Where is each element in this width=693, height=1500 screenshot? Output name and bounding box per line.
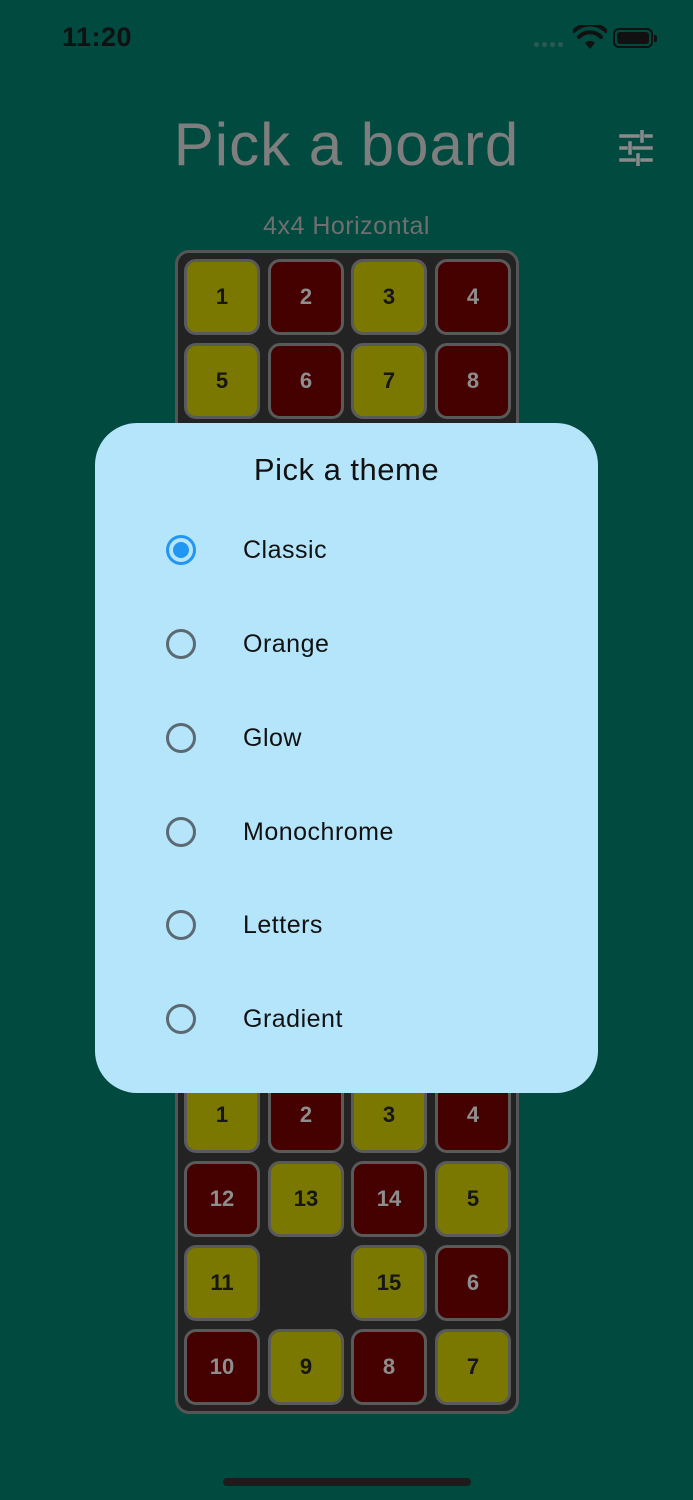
theme-option-label: Gradient	[243, 1005, 343, 1033]
status-bar: 11:20	[0, 0, 693, 80]
tile: 13	[268, 1161, 344, 1237]
tile: 1	[184, 259, 260, 335]
theme-option-gradient[interactable]: Gradient	[95, 972, 598, 1066]
tile: 3	[351, 259, 427, 335]
board-label: 4x4 Horizontal	[263, 212, 430, 240]
tile: 4	[435, 259, 511, 335]
wifi-icon	[573, 25, 607, 49]
tile: 6	[435, 1245, 511, 1321]
theme-option-letters[interactable]: Letters	[95, 878, 598, 972]
board-preview[interactable]: 1 2 3 4 5 6 7 8	[175, 250, 519, 450]
tile: 10	[184, 1329, 260, 1405]
tile: 2	[268, 259, 344, 335]
tile: 14	[351, 1161, 427, 1237]
theme-option-label: Glow	[243, 724, 302, 752]
tile: 8	[351, 1329, 427, 1405]
radio-button[interactable]	[166, 723, 196, 753]
board-preview[interactable]: 1 2 3 4 12 13 14 5 11 15 6 10 9 8 7	[175, 1060, 519, 1414]
theme-option-monochrome[interactable]: Monochrome	[95, 785, 598, 879]
tile: 12	[184, 1161, 260, 1237]
theme-dialog: Pick a theme Classic Orange Glow Monochr…	[95, 423, 598, 1093]
home-indicator[interactable]	[223, 1478, 471, 1486]
tile: 9	[268, 1329, 344, 1405]
tile: 8	[435, 343, 511, 419]
theme-option-classic[interactable]: Classic	[95, 503, 598, 597]
tile: 6	[268, 343, 344, 419]
theme-option-label: Monochrome	[243, 818, 394, 846]
theme-option-glow[interactable]: Glow	[95, 691, 598, 785]
sliders-icon[interactable]	[618, 130, 654, 166]
tile: 15	[351, 1245, 427, 1321]
theme-option-orange[interactable]: Orange	[95, 597, 598, 691]
dialog-title: Pick a theme	[253, 452, 440, 487]
radio-button[interactable]	[166, 629, 196, 659]
theme-option-label: Orange	[243, 630, 330, 658]
theme-option-label: Classic	[243, 536, 328, 564]
tile: 5	[435, 1161, 511, 1237]
theme-option-label: Letters	[243, 911, 323, 939]
radio-button[interactable]	[166, 910, 196, 940]
cellular-signal-icon	[534, 42, 563, 47]
tile: 7	[435, 1329, 511, 1405]
tile: 11	[184, 1245, 260, 1321]
radio-button-checked[interactable]	[166, 535, 196, 565]
tile: 7	[351, 343, 427, 419]
battery-icon	[613, 28, 657, 48]
page-title: Pick a board	[173, 111, 520, 178]
radio-button[interactable]	[166, 1004, 196, 1034]
status-time: 11:20	[62, 22, 133, 52]
radio-button[interactable]	[166, 817, 196, 847]
tile: 5	[184, 343, 260, 419]
